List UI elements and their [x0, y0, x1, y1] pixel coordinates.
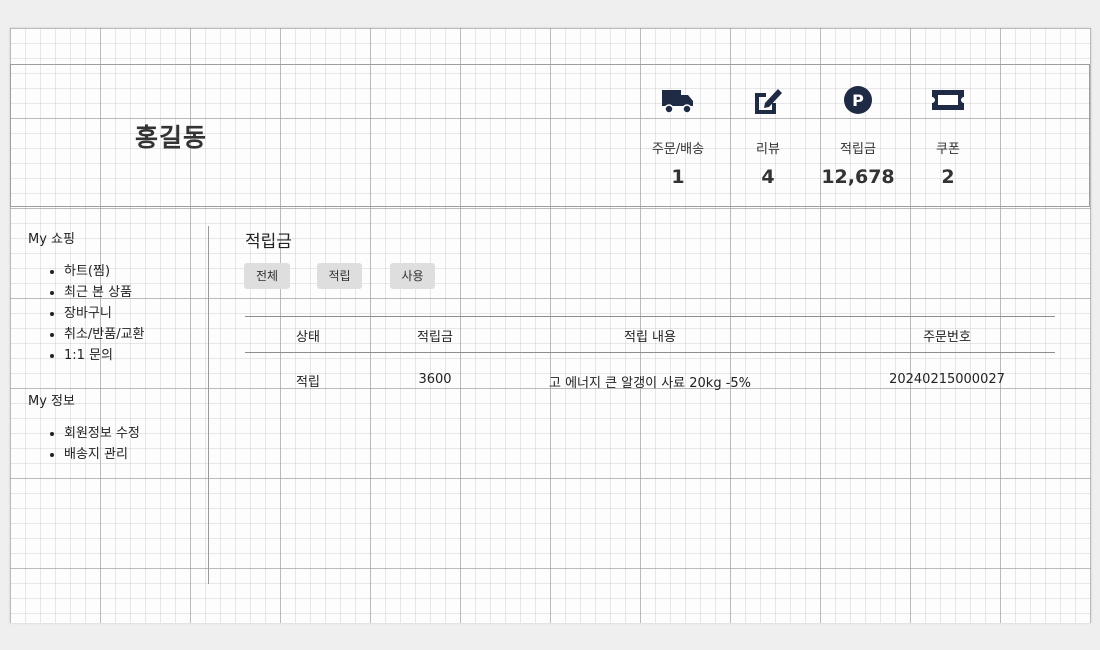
stat-value: 4 [761, 166, 775, 188]
cell-amount: 3600 [418, 372, 452, 387]
stat-label: 주문/배송 [651, 142, 705, 157]
column-header-order-number: 주문번호 [923, 330, 971, 345]
column-header-amount: 적립금 [417, 330, 453, 345]
table-top-rule [245, 316, 1055, 317]
sidebar: My 쇼핑 하트(찜) 최근 본 상품 장바구니 취소/반품/교환 1:1 문의… [28, 228, 208, 462]
pencil-square-icon [755, 89, 782, 114]
stat-label: 쿠폰 [936, 142, 960, 157]
sidebar-item-edit-profile[interactable]: 회원정보 수정 [64, 423, 140, 444]
sidebar-item-addresses[interactable]: 배송지 관리 [64, 444, 140, 465]
column-header-description: 적립 내용 [624, 330, 676, 345]
tab-earned[interactable]: 적립 [317, 263, 362, 289]
truck-icon [662, 90, 693, 114]
stat-label: 적립금 [840, 142, 876, 157]
sidebar-item-wishlist[interactable]: 하트(찜) [64, 261, 208, 282]
tab-all[interactable]: 전체 [244, 263, 290, 289]
cell-description: 고 에너지 큰 알갱이 사료 20kg -5% [548, 376, 752, 391]
tab-used[interactable]: 사용 [390, 263, 435, 289]
user-name: 홍길동 [135, 123, 208, 152]
stat-label: 리뷰 [756, 142, 780, 157]
page-title: 적립금 [245, 232, 292, 252]
sidebar-item-cart[interactable]: 장바구니 [64, 303, 208, 324]
points-icon: P [844, 86, 872, 114]
stat-value: 2 [941, 166, 955, 188]
shopping-menu: 하트(찜) 최근 본 상품 장바구니 취소/반품/교환 1:1 문의 [28, 261, 208, 366]
ticket-icon [932, 90, 964, 110]
sidebar-section-title: My 쇼핑 [28, 232, 75, 247]
info-menu: 회원정보 수정 배송지 관리 [28, 423, 140, 465]
sidebar-section-title: My 정보 [28, 394, 75, 409]
table-header-rule [245, 352, 1055, 353]
cell-order-number: 20240215000027 [889, 372, 1005, 387]
svg-text:P: P [852, 91, 864, 110]
page-canvas: 홍길동 주문/배송 1 리뷰 4 P 적립금 12,678 쿠폰 2 My 쇼핑… [10, 28, 1091, 623]
stat-value: 12,678 [821, 166, 895, 188]
column-header-status: 상태 [296, 330, 320, 345]
sidebar-item-recent[interactable]: 최근 본 상품 [64, 282, 208, 303]
sidebar-item-returns[interactable]: 취소/반품/교환 [64, 324, 208, 345]
sidebar-divider [208, 226, 209, 584]
cell-status: 적립 [296, 375, 320, 390]
sidebar-item-inquiry[interactable]: 1:1 문의 [64, 345, 208, 366]
stat-value: 1 [671, 166, 685, 188]
